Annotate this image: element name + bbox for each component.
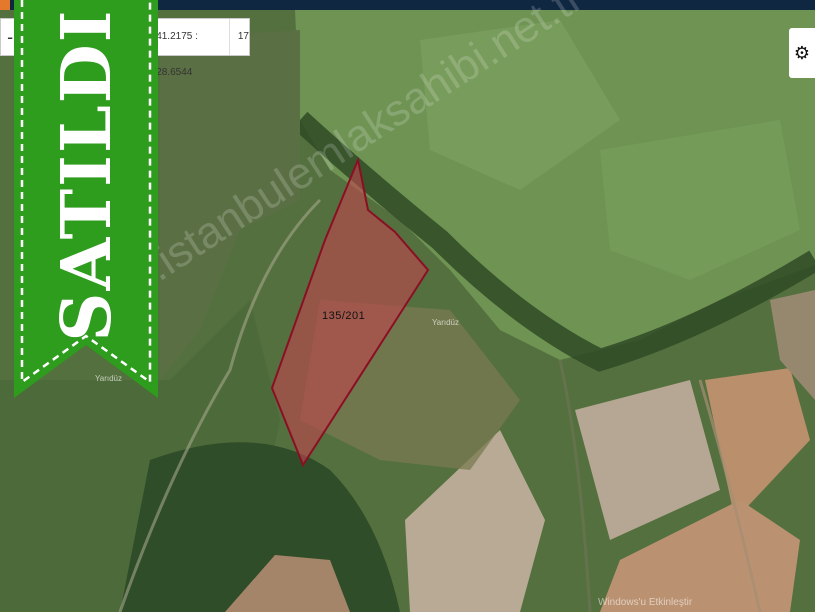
parcel-number-label: 135/201 <box>322 310 366 322</box>
gear-icon[interactable]: ⚙ <box>789 28 815 78</box>
sold-ribbon: SATILDI <box>14 0 158 398</box>
coordinate-readout: 41.2175 : 28.6544 <box>156 19 230 78</box>
top-bar-accent <box>0 0 10 10</box>
windows-activation-text: Windows'u Etkinleştir <box>598 597 693 608</box>
place-label: Yarıdüz <box>432 318 459 327</box>
zoom-level: 17 <box>237 31 249 42</box>
sold-ribbon-text: SATILDI <box>47 8 127 341</box>
